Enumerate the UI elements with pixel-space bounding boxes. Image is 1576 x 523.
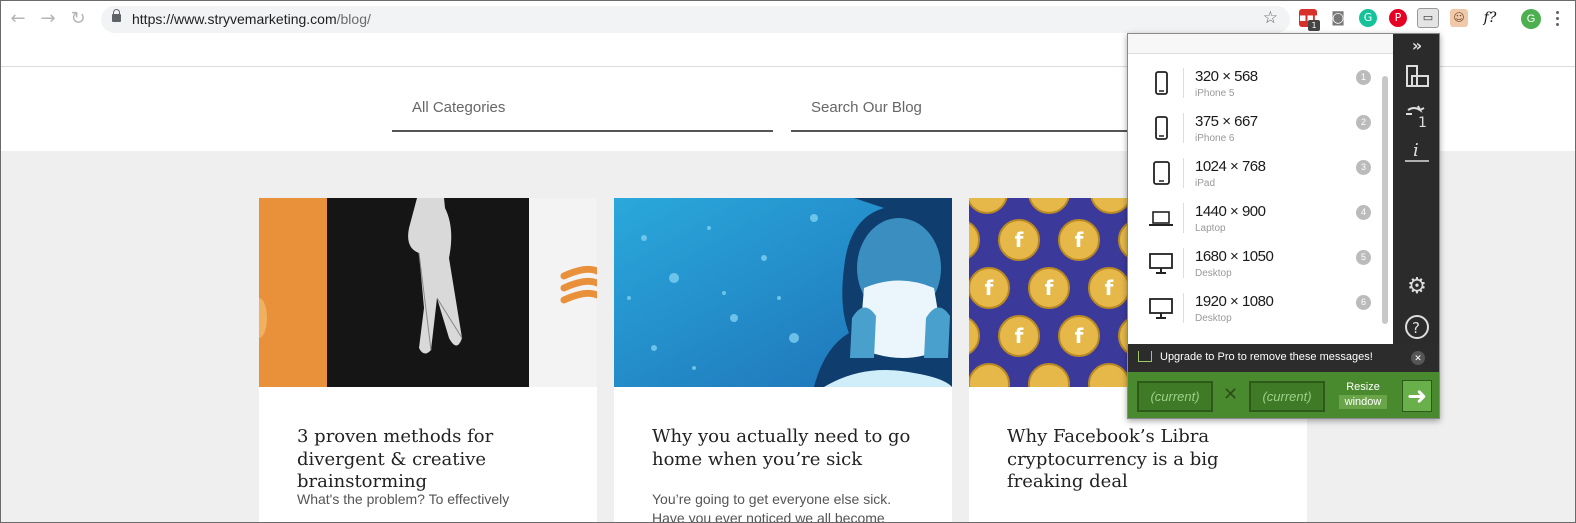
preset-number: 3 [1356,160,1371,175]
svg-text:f: f [1015,228,1024,252]
browser-window: ← → ↻ https://www.stryvemarketing.com/bl… [0,0,1576,523]
pinterest-icon[interactable]: P [1389,9,1407,27]
camera-icon[interactable]: ◙ [1329,9,1347,27]
card-image-brainstorming[interactable] [259,198,597,387]
category-dropdown[interactable]: All Categories [392,97,773,132]
card-excerpt: You’re going to get everyone else sick. … [652,491,892,523]
preset-iphone6[interactable]: 375 × 667 iPhone 6 2 [1128,107,1378,152]
resize-window-label[interactable]: Resize window [1336,381,1390,409]
forward-arrow-icon[interactable]: → [37,8,59,30]
bookmark-star-icon[interactable]: ☆ [1263,8,1278,28]
preset-label: Desktop [1195,268,1232,279]
preset-list: 320 × 568 iPhone 5 1 375 × 667 iPhone 6 … [1128,54,1393,344]
preset-dimensions: 1440 × 900 [1195,203,1266,220]
card-title[interactable]: 3 proven methods for divergent & creativ… [297,426,577,494]
reload-icon[interactable]: ↻ [67,8,89,30]
resize-to-preset-icon[interactable]: 1 [1402,100,1432,131]
svg-text:f: f [1105,276,1114,300]
popup-header [1128,34,1393,54]
preset-desktop-1680[interactable]: 1680 × 1050 Desktop 5 [1128,242,1378,287]
width-input[interactable]: (current) [1137,381,1213,412]
phone-icon [1155,71,1168,95]
preset-label: Desktop [1195,313,1232,324]
preset-number: 5 [1356,250,1371,265]
preset-divider [1183,203,1184,233]
preset-divider [1183,113,1184,143]
svg-text:f: f [985,276,994,300]
face-extension-icon[interactable]: ☺ [1450,9,1468,27]
apply-arrow-icon[interactable]: ➜ [1402,380,1432,412]
preset-divider [1183,158,1184,188]
upgrade-banner: Upgrade to Pro to remove these messages!… [1128,344,1439,372]
preset-label: iPhone 5 [1195,88,1235,99]
custom-resize-bar: (current) ✕ (current) Resize window ➜ [1128,372,1439,418]
preset-number: 2 [1356,115,1371,130]
back-arrow-icon[interactable]: ← [7,8,29,30]
preset-dimensions: 1680 × 1050 [1195,248,1274,265]
url-host: https://www.stryvemarketing.com [132,11,337,27]
cart-icon [1138,351,1152,362]
preset-number: 1 [1356,70,1371,85]
tablet-icon [1153,161,1170,185]
profile-avatar[interactable]: G [1521,9,1541,29]
preset-label: Laptop [1195,223,1226,234]
svg-text:f: f [1075,228,1084,252]
extension-todo-icon[interactable]: ▪▪▪ 1 [1299,9,1321,31]
preset-number: 6 [1356,295,1371,310]
window-label: window [1338,395,1388,409]
preset-dimensions: 375 × 667 [1195,113,1258,130]
upgrade-message[interactable]: Upgrade to Pro to remove these messages! [1160,351,1373,363]
card-title[interactable]: Why Facebook’s Libra cryptocurrency is a… [1007,426,1287,494]
preset-divider [1183,293,1184,323]
blog-search-input[interactable]: Search Our Blog [791,97,1136,132]
card-excerpt: What's the problem? To effectively [297,491,510,507]
resizer-sidebar: » 1 i ⚙ ? [1393,34,1439,344]
preset-desktop-1920[interactable]: 1920 × 1080 Desktop 6 [1128,287,1378,332]
resize-label: Resize [1346,381,1380,393]
svg-text:f: f [1075,324,1084,348]
blog-card[interactable]: Why you actually need to go home when yo… [614,198,952,523]
preset-label: iPad [1195,178,1216,189]
preset-label: iPhone 6 [1195,133,1235,144]
laptop-icon [1149,211,1173,226]
rotate-viewport-icon[interactable] [1402,62,1432,92]
blog-card[interactable]: 3 proven methods for divergent & creativ… [259,198,597,522]
close-icon[interactable]: ✕ [1411,351,1425,365]
window-resizer-popup: 320 × 568 iPhone 5 1 375 × 667 iPhone 6 … [1127,33,1440,419]
card-title[interactable]: Why you actually need to go home when yo… [652,426,932,471]
preset-laptop[interactable]: 1440 × 900 Laptop 4 [1128,197,1378,242]
preset-divider [1183,248,1184,278]
address-bar[interactable]: https://www.stryvemarketing.com/blog/ ☆ [101,6,1290,33]
font-identifier-icon[interactable]: f? [1479,9,1501,27]
preset-dimensions: 320 × 568 [1195,68,1258,85]
help-question-icon[interactable]: ? [1402,312,1432,342]
preset-ipad[interactable]: 1024 × 768 iPad 3 [1128,152,1378,197]
lock-icon [112,9,121,22]
preset-scrollbar[interactable] [1382,76,1388,324]
preset-divider [1183,68,1184,98]
desktop-icon [1149,253,1173,274]
browser-menu-icon[interactable] [1556,10,1560,28]
settings-gear-icon[interactable]: ⚙ [1402,274,1432,304]
svg-text:f: f [1045,276,1054,300]
desktop-icon [1149,298,1173,319]
info-icon[interactable]: i [1402,137,1432,167]
preset-iphone5[interactable]: 320 × 568 iPhone 5 1 [1128,62,1378,107]
extension-badge: 1 [1308,20,1320,31]
grammarly-icon[interactable]: G [1359,9,1377,27]
svg-text:?: ? [1412,319,1420,337]
card-image-sick[interactable] [614,198,952,387]
svg-text:1: 1 [1418,115,1427,130]
preset-dimensions: 1920 × 1080 [1195,293,1274,310]
svg-text:f: f [1015,324,1024,348]
times-sign: ✕ [1223,384,1239,404]
url-text[interactable]: https://www.stryvemarketing.com/blog/ [132,11,371,27]
phone-icon [1155,116,1168,140]
preset-number: 4 [1356,205,1371,220]
url-path: /blog/ [336,11,371,27]
height-input[interactable]: (current) [1249,381,1325,412]
window-resizer-icon[interactable]: ▭ [1417,8,1439,28]
svg-text:i: i [1413,140,1419,161]
preset-dimensions: 1024 × 768 [1195,158,1266,175]
